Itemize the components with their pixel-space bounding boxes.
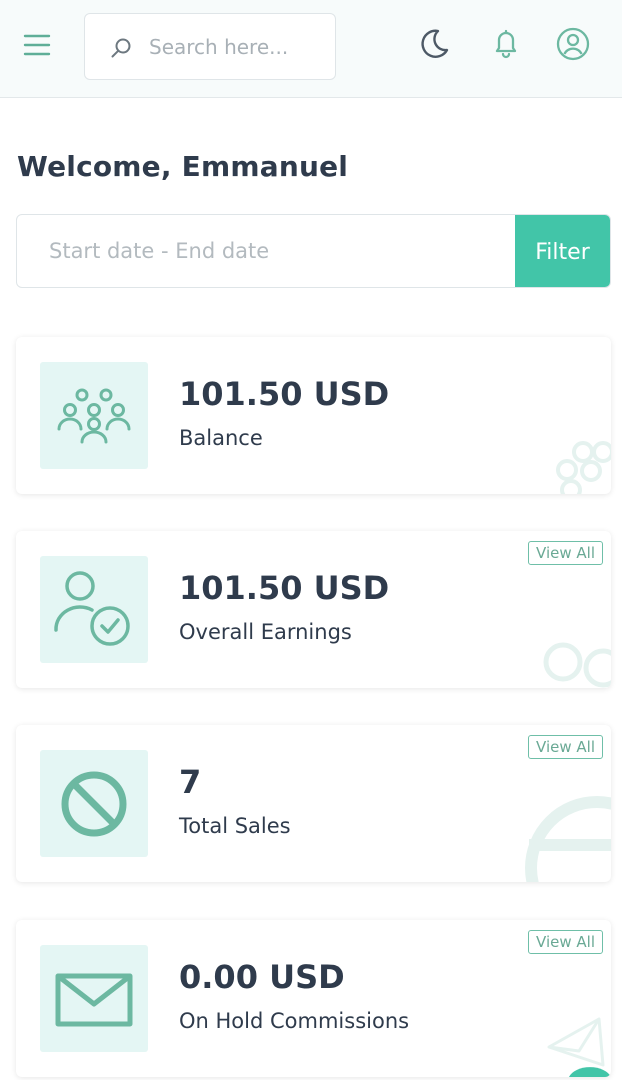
commissions-value: 0.00 USD	[179, 958, 345, 996]
user-check-watermark-icon	[543, 642, 611, 688]
date-range-input[interactable]	[49, 235, 489, 267]
search-input[interactable]	[149, 32, 329, 62]
user-check-icon	[54, 571, 130, 646]
user-icon[interactable]	[555, 26, 591, 62]
on-hold-commissions-card: View All 0.00 USD On Hold Commissions	[16, 920, 611, 1077]
overall-earnings-card: View All 101.50 USD Overall Earnings	[16, 531, 611, 688]
sales-label: Total Sales	[179, 814, 291, 838]
moon-icon[interactable]	[416, 26, 452, 62]
balance-value: 101.50 USD	[179, 375, 390, 413]
envelope-watermark-icon	[547, 1017, 611, 1077]
date-range-filter: Filter	[16, 214, 611, 288]
filter-button[interactable]: Filter	[515, 215, 610, 287]
search-box[interactable]	[84, 13, 336, 80]
envelope-icon	[55, 973, 133, 1027]
total-sales-card: View All 7 Total Sales	[16, 725, 611, 882]
commissions-label: On Hold Commissions	[179, 1009, 410, 1033]
ban-watermark-icon	[525, 796, 611, 882]
menu-icon[interactable]	[22, 32, 52, 58]
earnings-value: 101.50 USD	[179, 569, 390, 607]
icon-container	[40, 362, 148, 469]
sales-value: 7	[179, 763, 202, 801]
icon-container	[40, 750, 148, 857]
icon-container	[40, 556, 148, 663]
page-title: Welcome, Emmanuel	[17, 150, 349, 183]
users-group-watermark-icon	[556, 441, 611, 494]
view-all-button[interactable]: View All	[528, 735, 603, 759]
top-bar	[0, 0, 622, 98]
search-icon	[111, 38, 131, 58]
view-all-button[interactable]: View All	[528, 930, 603, 954]
earnings-label: Overall Earnings	[179, 620, 352, 644]
ban-icon	[61, 771, 127, 837]
bell-icon[interactable]	[488, 26, 524, 62]
balance-card: 101.50 USD Balance	[16, 337, 611, 494]
icon-container	[40, 945, 148, 1052]
view-all-button[interactable]: View All	[528, 541, 603, 565]
users-group-icon	[57, 388, 131, 444]
balance-label: Balance	[179, 426, 263, 450]
